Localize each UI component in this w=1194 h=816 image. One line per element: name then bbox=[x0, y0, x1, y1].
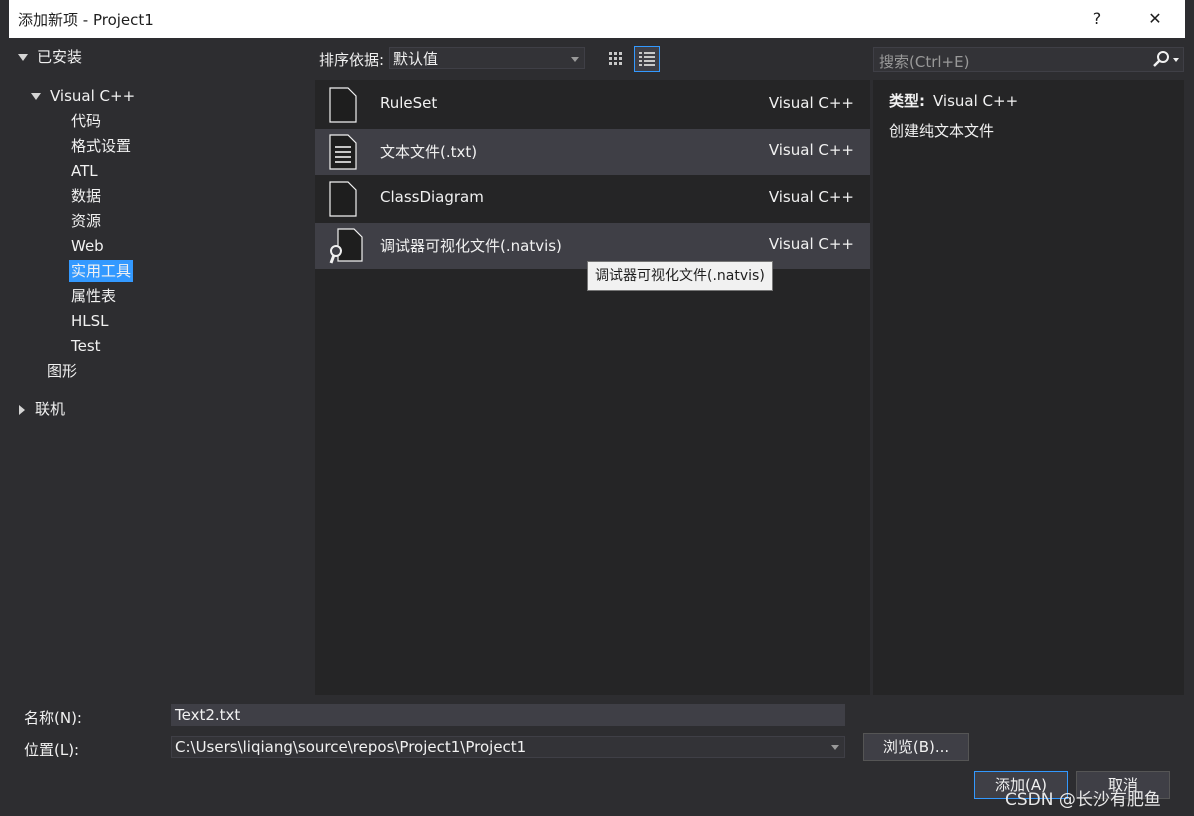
tree-item-atl[interactable]: ATL bbox=[71, 160, 98, 182]
grid-view-icon bbox=[609, 52, 622, 65]
template-name: RuleSet bbox=[380, 94, 438, 112]
ide-left-edge bbox=[0, 0, 9, 816]
search-icon[interactable] bbox=[1147, 48, 1183, 71]
detail-type-value: Visual C++ bbox=[933, 92, 1019, 110]
sort-value: 默认值 bbox=[393, 50, 439, 68]
template-name: 调试器可视化文件(.natvis) bbox=[380, 237, 562, 255]
tree-item-hlsl[interactable]: HLSL bbox=[71, 310, 109, 332]
watermark: CSDN @长沙有肥鱼 bbox=[1005, 790, 1161, 810]
tree-item-test[interactable]: Test bbox=[71, 335, 101, 357]
tree-item-property-sheet[interactable]: 属性表 bbox=[71, 285, 116, 307]
template-list: RuleSet Visual C++ 文本文件(.txt) Visual C++… bbox=[315, 80, 870, 695]
tree-item-visual-cpp[interactable]: Visual C++ bbox=[31, 85, 135, 107]
tree-item-data[interactable]: 数据 bbox=[71, 185, 101, 207]
sort-dropdown[interactable]: 默认值 bbox=[389, 47, 585, 69]
expand-arrow-icon[interactable] bbox=[31, 93, 41, 100]
tree-label-online: 联机 bbox=[35, 400, 66, 418]
detail-description: 创建纯文本文件 bbox=[889, 122, 995, 140]
text-file-icon bbox=[329, 134, 357, 170]
small-icons-view-button[interactable] bbox=[603, 46, 629, 72]
collapse-arrow-icon[interactable] bbox=[19, 404, 25, 415]
chevron-down-icon[interactable] bbox=[831, 745, 839, 750]
details-pane: 类型: Visual C++ 创建纯文本文件 bbox=[873, 80, 1184, 695]
template-item[interactable]: RuleSet Visual C++ bbox=[315, 82, 870, 128]
tree-item-online[interactable]: 联机 bbox=[19, 398, 65, 420]
search-placeholder: 搜索(Ctrl+E) bbox=[879, 53, 970, 71]
help-button[interactable]: ? bbox=[1084, 6, 1110, 32]
name-field[interactable]: Text2.txt bbox=[171, 704, 845, 726]
template-item[interactable]: 文本文件(.txt) Visual C++ bbox=[315, 129, 870, 175]
template-item[interactable]: ClassDiagram Visual C++ bbox=[315, 176, 870, 222]
template-language: Visual C++ bbox=[768, 141, 854, 159]
title-bar: 添加新项 - Project1 ? ✕ bbox=[9, 0, 1185, 38]
detail-type: 类型: Visual C++ bbox=[889, 90, 1018, 111]
chevron-down-icon bbox=[571, 57, 579, 62]
tree-item-utility[interactable]: 实用工具 bbox=[69, 260, 134, 282]
document-icon bbox=[329, 87, 357, 123]
template-language: Visual C++ bbox=[768, 235, 854, 253]
location-combobox[interactable]: C:\Users\liqiang\source\repos\Project1\P… bbox=[171, 736, 845, 758]
list-view-button[interactable] bbox=[634, 46, 660, 72]
tree-item-resource[interactable]: 资源 bbox=[71, 210, 101, 232]
tree-item-formatting[interactable]: 格式设置 bbox=[71, 135, 131, 157]
add-new-item-dialog: 添加新项 - Project1 ? ✕ 已安装 Visual C++ 代码 格式… bbox=[9, 0, 1185, 816]
template-name: ClassDiagram bbox=[380, 188, 484, 206]
tree-item-graphics[interactable]: 图形 bbox=[47, 360, 77, 382]
search-box[interactable]: 搜索(Ctrl+E) bbox=[873, 47, 1184, 72]
list-view-icon bbox=[639, 52, 655, 66]
window-title: 添加新项 - Project1 bbox=[18, 11, 154, 29]
tree-label-installed: 已安装 bbox=[37, 48, 83, 66]
close-button[interactable]: ✕ bbox=[1142, 6, 1168, 32]
sort-label: 排序依据: bbox=[319, 51, 385, 69]
detail-type-label: 类型: bbox=[889, 92, 925, 110]
location-value: C:\Users\liqiang\source\repos\Project1\P… bbox=[175, 738, 527, 756]
location-label: 位置(L): bbox=[24, 741, 80, 759]
tree-item-code[interactable]: 代码 bbox=[71, 110, 101, 132]
browse-button[interactable]: 浏览(B)... bbox=[863, 733, 969, 761]
template-name: 文本文件(.txt) bbox=[380, 143, 478, 161]
name-label: 名称(N): bbox=[24, 709, 82, 727]
template-language: Visual C++ bbox=[768, 94, 854, 112]
template-tooltip: 调试器可视化文件(.natvis) bbox=[587, 261, 773, 291]
category-tree: 已安装 Visual C++ 代码 格式设置 ATL 数据 资源 Web 实用工… bbox=[9, 38, 309, 696]
tree-label-visual-cpp: Visual C++ bbox=[50, 87, 136, 105]
natvis-file-icon bbox=[329, 228, 363, 264]
tree-item-web[interactable]: Web bbox=[71, 235, 104, 257]
template-language: Visual C++ bbox=[768, 188, 854, 206]
expand-arrow-icon[interactable] bbox=[18, 54, 28, 61]
tree-item-installed[interactable]: 已安装 bbox=[18, 46, 82, 68]
document-icon bbox=[329, 181, 357, 217]
